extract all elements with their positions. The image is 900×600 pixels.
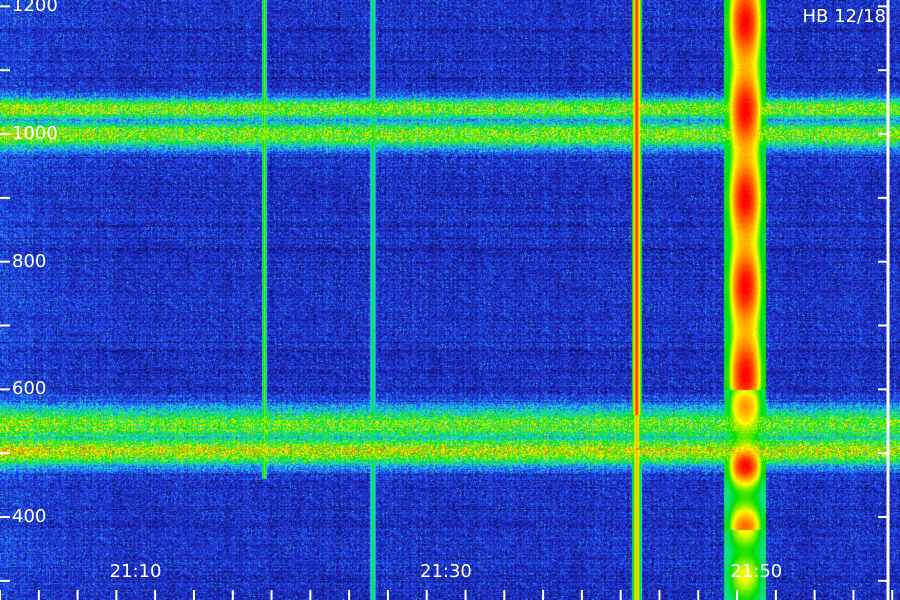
station-label: HB 12/18 bbox=[802, 6, 886, 27]
y-tick-label: 600 bbox=[12, 378, 47, 400]
x-tick-label: 21:10 bbox=[109, 561, 162, 582]
y-tick-label: 1200 bbox=[12, 0, 58, 17]
axes-overlay bbox=[0, 0, 894, 600]
spectrogram-chart: 1200 1000 800 600 400 21:10 21:30 21:50 HB 12/1… bbox=[0, 0, 900, 600]
tick-marks bbox=[0, 5, 894, 600]
y-tick-label: 1000 bbox=[12, 123, 58, 145]
y-tick-label: 400 bbox=[12, 506, 47, 528]
x-tick-label: 21:30 bbox=[420, 561, 472, 582]
y-tick-label: 800 bbox=[12, 250, 47, 272]
x-tick-label: 21:50 bbox=[730, 561, 783, 582]
